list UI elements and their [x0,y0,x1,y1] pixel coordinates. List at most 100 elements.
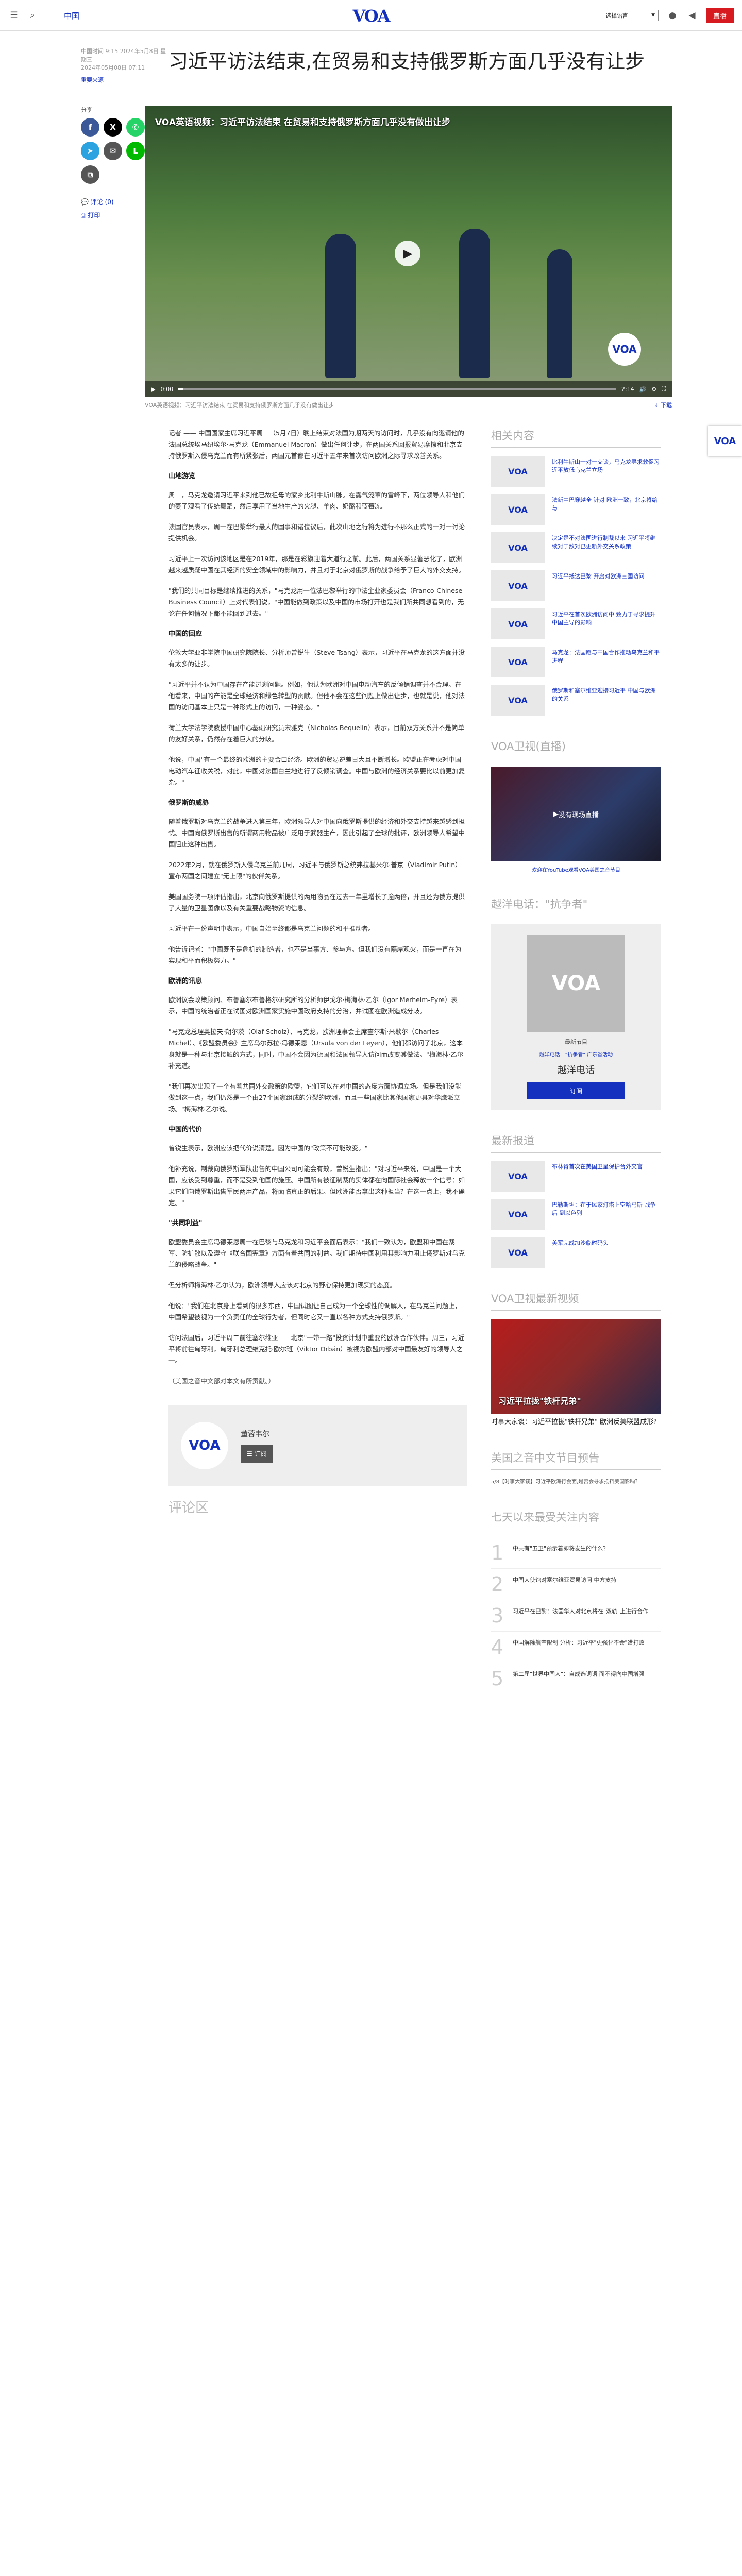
comment-link[interactable]: 💬 评论 (0) [81,195,145,209]
schedule-block: 美国之音中文节目预告 5/8【时事大家谈】习近平欧洲行会面,是否会寻求抵挡美国影… [491,1450,661,1486]
audio-icon[interactable]: ◀ [686,10,698,21]
voa-watermark: VOA [608,333,641,366]
contribution-note: （美国之音中文部对本文有所贡献。） [168,1377,275,1385]
article-meta: 中国时间 9:15 2024年5月8日 星期三 2024年05月08日 07:1… [81,47,168,91]
related-item[interactable]: VOA 俄罗斯和塞尔维亚迎接习近平 中国与欧洲的关系 [491,685,661,716]
latest-videos-block: VOA卫视最新视频 习近平拉拢"铁杆兄弟" 时事大家谈：习近平拉拢"铁杆兄弟" … [491,1291,661,1427]
video-caption: VOA英语视频：习近平访法结束 在贸易和支持俄罗斯方面几乎没有做出让步 [145,402,334,409]
author-subscribe-button[interactable]: ☰ 订阅 [241,1445,273,1463]
facebook-icon[interactable]: f [81,118,99,137]
latest-title: 最新报道 [491,1132,661,1153]
related-item-title: 决定是不对法国进行制裁以来 习近平将继续对于敌对已更新外交关系政策 [552,535,656,550]
latest-item-title: 布林肯首次在美国卫星保护台外交官 [552,1163,643,1170]
article-paragraph: 欧洲议会政策顾问、布鲁塞尔布鲁格尔研究所的分析师伊戈尔·梅海林·乙尔（Igor … [168,996,458,1015]
popular-item[interactable]: 5 第二届"世界中国人"：自成选词语 面不得向中国增强 [491,1663,661,1694]
popular-item-title: 中国解除航空限制 分析：习近平"更强化不会"遭打败 [513,1639,645,1646]
related-item[interactable]: VOA 比利牛斯山一对一交谈，马克龙寻求敦促习近平放低乌克兰立场 [491,456,661,487]
latest-item[interactable]: VOA 美军完成加沙临时码头 [491,1237,661,1268]
related-item[interactable]: VOA 马克龙：法国愿与中国合作推动乌克兰和平进程 [491,647,661,677]
chevron-down-icon: ▼ [651,13,655,18]
popular-item[interactable]: 1 中共有"五卫"预示着即将发生的什么？ [491,1537,661,1569]
voa-logo[interactable]: VOA [345,6,397,26]
share-panel: 分享 f X ✆ ➤ ✉ L ⧉ 💬 评论 (0) ⎙ 打印 [81,106,145,409]
popular-rank: 5 [491,1667,504,1690]
related-item-title: 习近平抵达巴黎 开启对欧洲三国访问 [552,573,645,580]
program-link[interactable]: "抗争者" 广东省活动 [565,1050,613,1058]
video-progress-fill [178,388,183,390]
article-paragraph: 但分析师梅海林·乙尔认为，欧洲领导人应该对北京的野心保持更加现实的态度。 [168,1281,396,1289]
program-link[interactable]: 越洋电话 [539,1050,560,1058]
telegram-icon[interactable]: ➤ [81,142,99,160]
popular-item[interactable]: 2 中国大使馆对塞尔维亚贸易访问 中方支持 [491,1569,661,1600]
video-figure [547,249,572,378]
author-subscribe-label: 订阅 [254,1450,267,1458]
latest-item[interactable]: VOA 布林肯首次在美国卫星保护台外交官 [491,1161,661,1192]
popular-item-title: 中共有"五卫"预示着即将发生的什么？ [513,1545,609,1552]
settings-icon[interactable]: ⚙ [651,386,656,393]
latest-block: 最新报道 VOA 布林肯首次在美国卫星保护台外交官 VOA 巴勒斯坦：在于民家灯塔上… [491,1132,661,1268]
x-twitter-icon[interactable]: X [104,118,122,137]
menu-icon[interactable]: ☰ [8,10,20,21]
article-paragraph: 他说："我们在北京身上看到的很多东西，中国试图让自己成为一个全球性的调解人，在乌… [168,1302,462,1321]
section-link[interactable]: 中国 [64,10,79,21]
video-item-title[interactable]: 时事大家谈：习近平拉拢"铁杆兄弟" 欧洲反美联盟成形? [491,1418,661,1427]
video-player[interactable]: VOA英语视频：习近平访法结束 在贸易和支持俄罗斯方面几乎没有做出让步 ▶ VO… [145,106,672,397]
line-icon[interactable]: L [126,142,145,160]
print-link[interactable]: ⎙ 打印 [81,209,145,222]
fullscreen-icon[interactable]: ⛶ [662,385,666,393]
article-paragraph: 随着俄罗斯对乌克兰的战争进入第三年，欧洲领导人对中国向俄罗斯提供的经济和外交支持… [168,818,465,848]
author-name[interactable]: 董蓉韦尔 [241,1429,273,1440]
live-caption[interactable]: 欢迎在YouTube观看VOA美国之音节目 [491,866,661,873]
latest-item[interactable]: VOA 巴勒斯坦：在于民家灯塔上空哈马斯 战争后 到以色列 [491,1199,661,1230]
schedule-text[interactable]: 5/8【时事大家谈】习近平欧洲行会面,是否会寻求抵挡美国影响？ [491,1478,661,1486]
floating-voa-badge[interactable]: VOA [708,426,742,456]
article-paragraph: 他补充说，制裁向俄罗斯军队出售的中国公司可能会有效，曾锐生指出："对习近平来说，… [168,1165,465,1207]
search-icon[interactable]: ⌕ [27,10,38,21]
video-progress-bar[interactable] [178,388,617,390]
live-button[interactable]: 直播 [705,8,734,23]
related-thumbnail: VOA [491,570,545,601]
download-link[interactable]: ↓ 下载 [654,401,672,409]
article-paragraph: 2022年2月，就在俄罗斯入侵乌克兰前几周，习近平与俄罗斯总统弗拉基米尔·普京（… [168,861,462,880]
section-heading: "共同利益" [168,1219,203,1227]
program-image[interactable]: VOA [527,935,625,1032]
user-icon[interactable]: ● [667,10,678,21]
section-heading: 俄罗斯的威胁 [168,799,209,807]
program-subscribe-button[interactable]: 订阅 [527,1082,625,1099]
article-paragraph: 周二，马克龙邀请习近平来到他已故祖母的家乡比利牛斯山脉。在露气笼罩的雪峰下，两位… [168,491,465,510]
email-icon[interactable]: ✉ [104,142,122,160]
video-figure [325,234,356,378]
top-navigation: ☰ ⌕ 中国 VOA 选择语言 ▼ ● ◀ 直播 [0,0,742,31]
language-select[interactable]: 选择语言 ▼ [601,10,659,21]
popular-item[interactable]: 4 中国解除航空限制 分析：习近平"更强化不会"遭打败 [491,1632,661,1663]
latest-item-title: 美军完成加沙临时码头 [552,1240,609,1246]
rss-icon: ☰ [247,1450,255,1458]
article-paragraph: 荷兰大学法学院教授中国中心基础研究员宋雅克（Nicholas Bequelin）… [168,724,465,743]
related-block: 相关内容 VOA 比利牛斯山一对一交谈，马克龙寻求敦促习近平放低乌克兰立场 VOA… [491,428,661,716]
related-item[interactable]: VOA 决定是不对法国进行制裁以来 习近平将继续对于敌对已更新外交关系政策 [491,532,661,563]
copy-link-icon[interactable]: ⧉ [81,165,99,184]
video-controls: ▶ 0:00 2:14 🔊 ⚙ ⛶ [145,381,672,397]
related-thumbnail: VOA [491,494,545,525]
related-item[interactable]: VOA 习近平在首次欧洲访问中 致力于寻求提升中国主导的影响 [491,608,661,639]
print-link-label: 打印 [88,212,100,219]
related-thumbnail: VOA [491,532,545,563]
related-item[interactable]: VOA 习近平抵达巴黎 开启对欧洲三国访问 [491,570,661,601]
whatsapp-icon[interactable]: ✆ [126,118,145,137]
play-icon: ▶ [553,810,559,818]
popular-rank: 4 [491,1636,504,1658]
popular-block: 七天以来最受关注内容 1 中共有"五卫"预示着即将发生的什么？ 2 中国大使馆对塞尔… [491,1509,661,1694]
live-block: VOA卫视(直播) ▶ 没有现场直播 欢迎在YouTube观看VOA美国之音节目 [491,738,661,873]
video-thumbnail[interactable]: 习近平拉拢"铁杆兄弟" [491,1319,661,1414]
section-heading: 欧洲的讯息 [168,977,203,985]
live-notice: 没有现场直播 [558,811,599,819]
related-item[interactable]: VOA 法新中巴穿越全 针对 欧洲一致，北京将给与 [491,494,661,525]
popular-item[interactable]: 3 习近平在巴黎：法国华人对北京将在"双轨"上进行合作 [491,1600,661,1632]
play-icon[interactable]: ▶ [395,241,420,266]
play-control-icon[interactable]: ▶ [151,386,155,393]
live-player[interactable]: ▶ 没有现场直播 [491,767,661,861]
volume-icon[interactable]: 🔊 [639,386,647,393]
related-thumbnail: VOA [491,647,545,677]
source-link[interactable]: 重要来源 [81,76,168,84]
popular-item-title: 习近平在巴黎：法国华人对北京将在"双轨"上进行合作 [513,1608,649,1615]
